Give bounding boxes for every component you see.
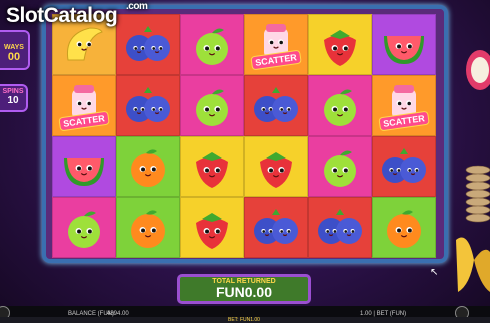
reel-cell xyxy=(372,197,436,258)
reel-cell xyxy=(116,197,180,258)
reel-cell xyxy=(372,14,436,75)
blueberry-icon xyxy=(124,83,172,129)
strawberry-icon xyxy=(252,144,300,190)
free-spins-value: 10 xyxy=(7,95,19,106)
watermelon-icon xyxy=(380,22,428,68)
reel-cell xyxy=(372,136,436,197)
reel-cell xyxy=(180,197,244,258)
apple-icon xyxy=(188,22,236,68)
reel-cell xyxy=(308,136,372,197)
reel-cell: SCATTER xyxy=(372,75,436,136)
reel-cell xyxy=(52,197,116,258)
mouse-cursor-icon: ↖ xyxy=(430,267,439,278)
reels-grid: SCATTER SCATTER SCATTER xyxy=(52,14,436,258)
strawberry-icon xyxy=(188,144,236,190)
apple-icon xyxy=(316,144,364,190)
free-spins-label: SPINS xyxy=(2,88,24,95)
reel-cell: SCATTER xyxy=(244,14,308,75)
blueberry-icon xyxy=(380,144,428,190)
strawberry-icon xyxy=(316,22,364,68)
apple-icon xyxy=(316,83,364,129)
ways-label: WAYS xyxy=(4,44,24,51)
ways-counter: WAYS 00 xyxy=(0,30,30,70)
free-spins-counter: SPINS 10 xyxy=(0,84,28,112)
blueberry-icon xyxy=(124,22,172,68)
orange-icon xyxy=(380,205,428,251)
reel-cell xyxy=(180,75,244,136)
blueberry-icon xyxy=(252,83,300,129)
reel-cell xyxy=(244,197,308,258)
ways-value: 00 xyxy=(7,51,21,63)
blueberry-icon xyxy=(252,205,300,251)
reel-cell xyxy=(308,197,372,258)
blueberry-icon xyxy=(316,205,364,251)
reel-cell: SCATTER xyxy=(52,75,116,136)
reel-cell xyxy=(180,14,244,75)
reel-cell xyxy=(308,14,372,75)
reel-cell xyxy=(116,136,180,197)
bet-footer-text: BET: FUN1.00 xyxy=(228,317,260,323)
side-decoration xyxy=(450,30,490,300)
reel-cell xyxy=(244,75,308,136)
total-returned-value: FUN0.00 xyxy=(215,284,273,300)
watermelon-icon xyxy=(60,144,108,190)
watermark-logo: SlotCatalog .com xyxy=(6,1,148,27)
orange-icon xyxy=(124,144,172,190)
reel-cell xyxy=(244,136,308,197)
apple-icon xyxy=(60,205,108,251)
strawberry-icon xyxy=(188,205,236,251)
total-returned-panel: TOTAL RETURNED FUN0.00 xyxy=(177,274,311,304)
apple-icon xyxy=(188,83,236,129)
banana-icon xyxy=(60,22,108,68)
reel-cell xyxy=(116,75,180,136)
reel-cell xyxy=(116,14,180,75)
reel-cell xyxy=(308,75,372,136)
reel-cell xyxy=(180,136,244,197)
reel-cell xyxy=(52,136,116,197)
orange-icon xyxy=(124,205,172,251)
bet-footer: BET: FUN1.00 xyxy=(0,317,490,323)
